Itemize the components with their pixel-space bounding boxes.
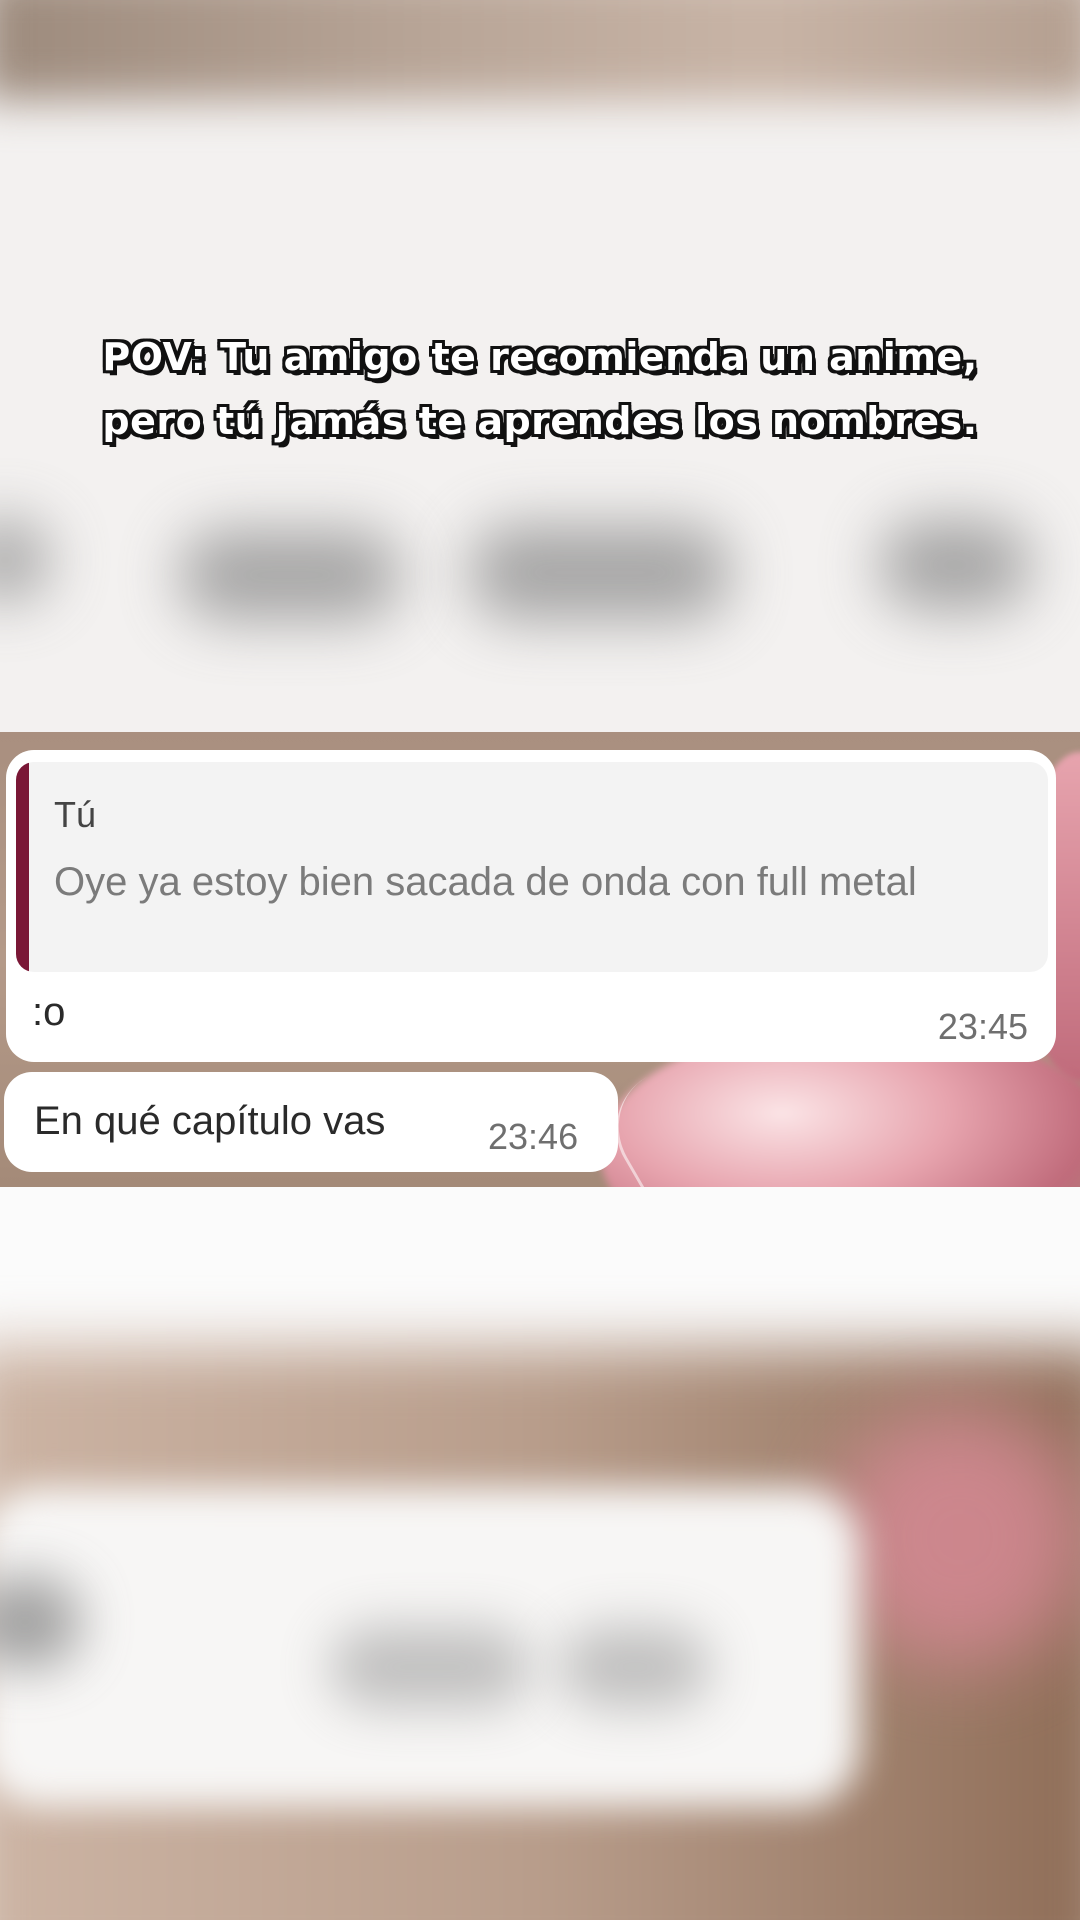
quote-author: Tú [54, 794, 97, 835]
quoted-message[interactable]: Tú Oye ya estoy bien sacada de onda con … [16, 762, 1048, 972]
message-bubble[interactable]: En qué capítulo vas 23:46 [4, 1072, 618, 1172]
pov-caption: POV: Tu amigo te recomienda un anime, pe… [0, 325, 1080, 453]
quote-text: Oye ya estoy bien sacada de onda con ful… [54, 860, 917, 904]
caption-line-1: POV: Tu amigo te recomienda un anime, [102, 335, 978, 379]
caption-line-2: pero tú jamás te aprendes los nombres. [102, 399, 978, 443]
quote-bar [16, 762, 29, 972]
message-bubble-reply[interactable]: Tú Oye ya estoy bien sacada de onda con … [6, 750, 1056, 1062]
message-time: 23:45 [937, 1006, 1028, 1047]
message-text: :o [32, 990, 66, 1034]
blurred-bottom-area [0, 1187, 1080, 1920]
message-text: En qué capítulo vas [34, 1099, 386, 1143]
video-frame: POV: Tu amigo te recomienda un anime, pe… [0, 0, 1080, 1920]
chat-screenshot: Tú Oye ya estoy bien sacada de onda con … [0, 732, 1080, 1187]
message-time: 23:46 [488, 1116, 579, 1157]
